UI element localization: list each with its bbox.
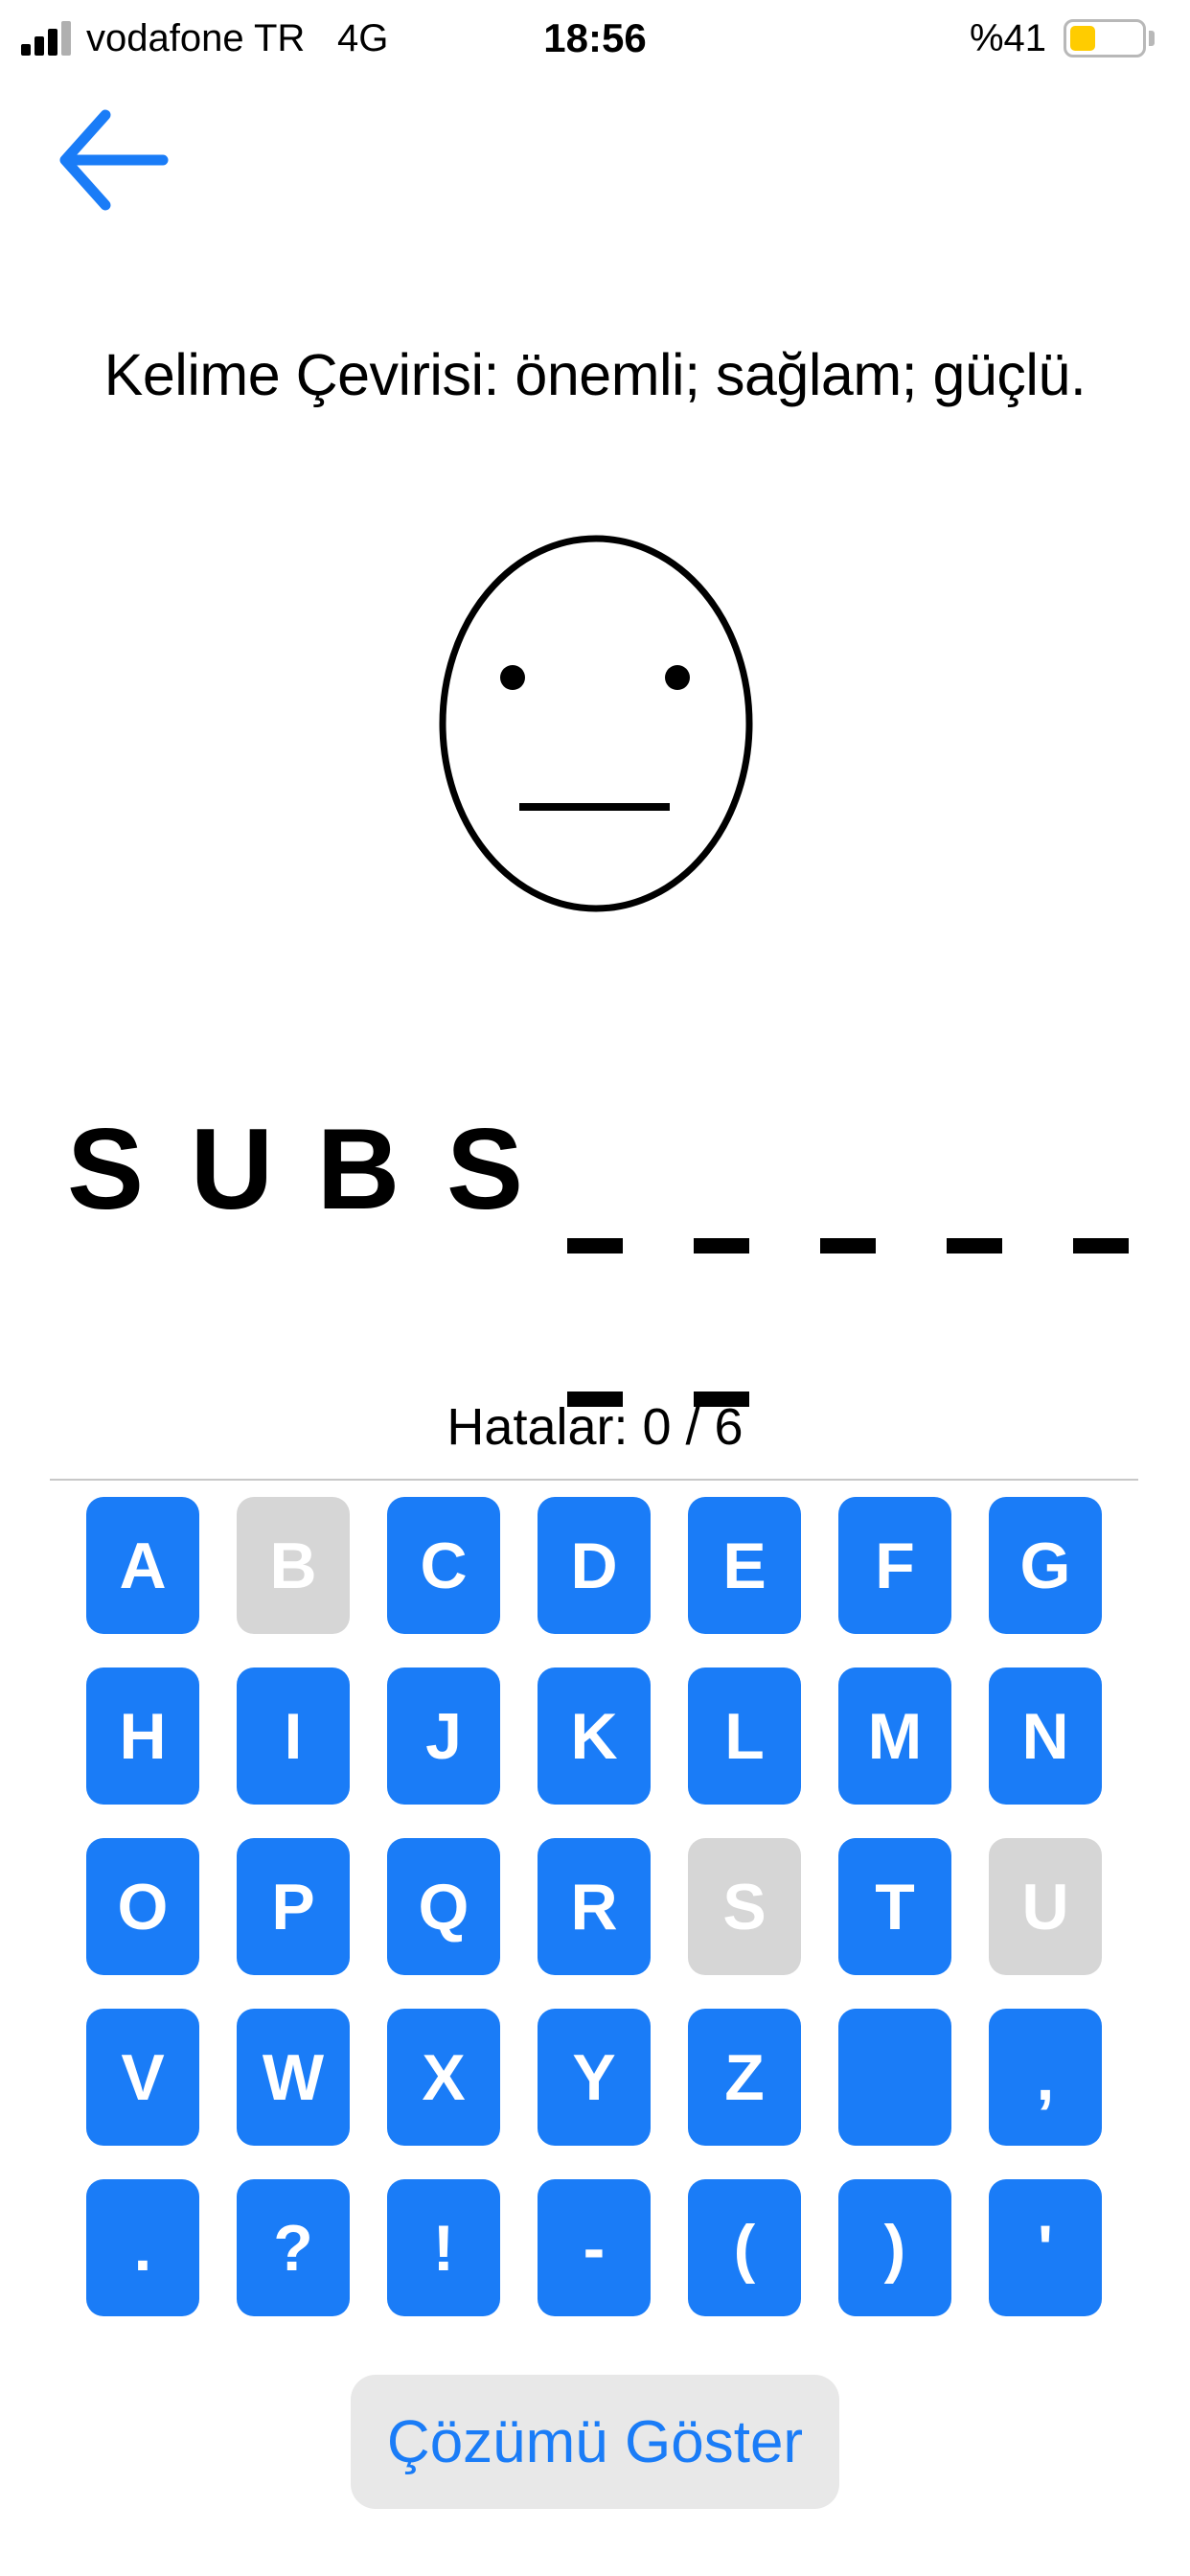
key-c[interactable]: C: [387, 1497, 500, 1634]
key-punct[interactable]: !: [387, 2179, 500, 2316]
key-punct[interactable]: ): [838, 2179, 951, 2316]
neutral-face-icon: [439, 535, 753, 912]
word-translation: Kelime Çevirisi: önemli; sağlam; güçlü.: [103, 342, 1087, 407]
word-slot: S: [446, 1105, 524, 1233]
blank-underscore: [820, 1238, 876, 1254]
word-slot: [690, 1255, 786, 1407]
arrow-left-icon: [59, 109, 169, 211]
key-punct[interactable]: (: [688, 2179, 801, 2316]
key-punct[interactable]: -: [538, 2179, 651, 2316]
status-bar: vodafone TR 4G 18:56 %41: [0, 0, 1190, 80]
key-k[interactable]: K: [538, 1668, 651, 1805]
word-slot: [1069, 1102, 1165, 1254]
blank-underscore: [947, 1238, 1002, 1254]
key-u: U: [989, 1838, 1102, 1975]
key-blank[interactable]: [838, 2009, 951, 2146]
key-b: B: [237, 1497, 350, 1634]
word-slot: S: [66, 1105, 145, 1233]
battery-percent: %41: [969, 17, 1046, 59]
key-s: S: [688, 1838, 801, 1975]
back-button[interactable]: [57, 107, 172, 213]
blank-underscore: [694, 1238, 749, 1254]
key-t[interactable]: T: [838, 1838, 951, 1975]
battery-icon: [1064, 19, 1159, 58]
divider: [50, 1479, 1138, 1481]
key-n[interactable]: N: [989, 1668, 1102, 1805]
key-punct[interactable]: .: [86, 2179, 199, 2316]
word-slot: [563, 1102, 659, 1254]
word-slot: U: [190, 1105, 274, 1233]
key-j[interactable]: J: [387, 1668, 500, 1805]
key-f[interactable]: F: [838, 1497, 951, 1634]
key-m[interactable]: M: [838, 1668, 951, 1805]
key-y[interactable]: Y: [538, 2009, 651, 2146]
word-slot: B: [316, 1105, 400, 1233]
key-d[interactable]: D: [538, 1497, 651, 1634]
key-o[interactable]: O: [86, 1838, 199, 1975]
key-punct[interactable]: ': [989, 2179, 1102, 2316]
key-x[interactable]: X: [387, 2009, 500, 2146]
word-slot: [690, 1102, 786, 1254]
blank-underscore: [1073, 1238, 1129, 1254]
key-w[interactable]: W: [237, 2009, 350, 2146]
errors-counter: Hatalar: 0 / 6: [446, 1398, 744, 1456]
word-slot: [563, 1255, 659, 1407]
key-punct[interactable]: ?: [237, 2179, 350, 2316]
key-v[interactable]: V: [86, 2009, 199, 2146]
key-r[interactable]: R: [538, 1838, 651, 1975]
key-p[interactable]: P: [237, 1838, 350, 1975]
key-q[interactable]: Q: [387, 1838, 500, 1975]
word-slot: [816, 1102, 912, 1254]
blank-underscore: [567, 1238, 623, 1254]
key-i[interactable]: I: [237, 1668, 350, 1805]
key-h[interactable]: H: [86, 1668, 199, 1805]
key-l[interactable]: L: [688, 1668, 801, 1805]
key-z[interactable]: Z: [688, 2009, 801, 2146]
show-solution-button[interactable]: Çözümü Göster: [351, 2375, 839, 2509]
key-punct[interactable]: ,: [989, 2009, 1102, 2146]
key-g[interactable]: G: [989, 1497, 1102, 1634]
word-slot: [943, 1102, 1039, 1254]
key-a[interactable]: A: [86, 1497, 199, 1634]
key-e[interactable]: E: [688, 1497, 801, 1634]
